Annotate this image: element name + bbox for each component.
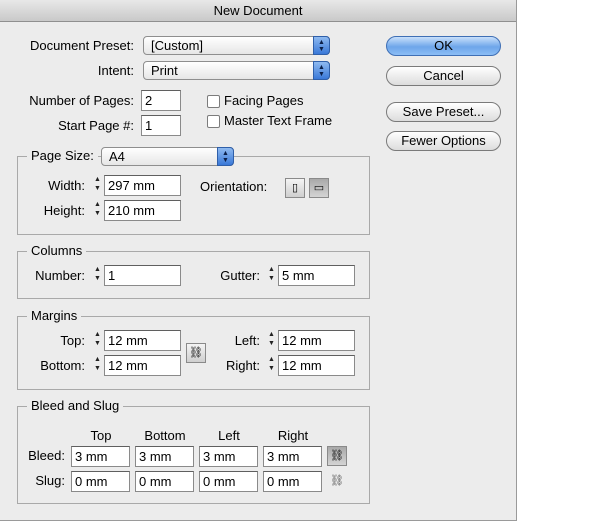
master-text-frame-label: Master Text Frame	[224, 113, 333, 128]
ok-button[interactable]: OK	[386, 36, 501, 56]
stepper-arrows-icon[interactable]: ▲ ▼	[92, 175, 103, 196]
width-label: Width:	[48, 178, 85, 193]
bleed-label: Bleed:	[28, 448, 65, 463]
gutter-label: Gutter:	[220, 268, 260, 283]
dropdown-arrows-icon: ▲ ▼	[217, 147, 234, 166]
stepper-arrows-icon[interactable]: ▲ ▼	[266, 330, 277, 351]
number-of-pages-field[interactable]: 2	[141, 90, 181, 111]
margins-legend: Margins	[27, 308, 82, 324]
margin-bottom-field[interactable]: 12 mm	[104, 355, 181, 376]
margin-left-field[interactable]: 12 mm	[278, 330, 355, 351]
document-preset-dropdown[interactable]: [Custom] ▲ ▼	[143, 36, 330, 55]
margin-top-value: 12 mm	[108, 333, 148, 348]
bleed-top-field[interactable]: 3 mm	[71, 446, 130, 467]
bleed-left-value: 3 mm	[203, 449, 236, 464]
start-page-field[interactable]: 1	[141, 115, 181, 136]
width-field[interactable]: 297 mm	[104, 175, 181, 196]
bleed-header-right: Right	[277, 428, 309, 443]
slug-label: Slug:	[35, 473, 65, 488]
bleed-left-field[interactable]: 3 mm	[199, 446, 258, 467]
bleed-bottom-field[interactable]: 3 mm	[135, 446, 194, 467]
slug-bottom-value: 0 mm	[139, 474, 172, 489]
new-document-dialog: New Document Document Preset: [Custom] ▲…	[0, 0, 517, 521]
facing-pages-label: Facing Pages	[224, 93, 304, 108]
stepper-arrows-icon[interactable]: ▲ ▼	[92, 200, 103, 221]
window-title: New Document	[0, 0, 516, 22]
page-size-label: Page Size:	[27, 148, 98, 164]
chain-link-icon[interactable]: ⛓	[329, 473, 345, 489]
intent-dropdown[interactable]: Print ▲ ▼	[143, 61, 330, 80]
facing-pages-checkbox[interactable]	[207, 95, 220, 108]
slug-right-field[interactable]: 0 mm	[263, 471, 322, 492]
document-preset-label: Document Preset:	[29, 38, 134, 53]
height-field[interactable]: 210 mm	[104, 200, 181, 221]
stepper-arrows-icon[interactable]: ▲ ▼	[266, 265, 277, 286]
width-value: 297 mm	[108, 178, 155, 193]
intent-label: Intent:	[97, 63, 134, 78]
margin-bottom-value: 12 mm	[108, 358, 148, 373]
bleed-right-field[interactable]: 3 mm	[263, 446, 322, 467]
bleed-header-bottom: Bottom	[144, 428, 186, 443]
bleed-right-value: 3 mm	[267, 449, 300, 464]
number-of-pages-label: Number of Pages:	[29, 93, 134, 108]
gutter-value: 5 mm	[282, 268, 315, 283]
margin-top-field[interactable]: 12 mm	[104, 330, 181, 351]
number-of-pages-value: 2	[145, 93, 153, 108]
margin-right-field[interactable]: 12 mm	[278, 355, 355, 376]
intent-value: Print	[151, 63, 178, 78]
slug-top-field[interactable]: 0 mm	[71, 471, 130, 492]
bleed-header-top: Top	[90, 428, 112, 443]
stepper-arrows-icon[interactable]: ▲ ▼	[266, 355, 277, 376]
bleed-bottom-value: 3 mm	[139, 449, 172, 464]
cancel-button[interactable]: Cancel	[386, 66, 501, 86]
page-size-dropdown[interactable]: A4 ▲ ▼	[101, 147, 234, 166]
start-page-value: 1	[145, 118, 153, 133]
margin-left-value: 12 mm	[282, 333, 322, 348]
columns-legend: Columns	[27, 243, 87, 259]
slug-top-value: 0 mm	[75, 474, 108, 489]
bleed-top-value: 3 mm	[75, 449, 108, 464]
fewer-options-button[interactable]: Fewer Options	[386, 131, 501, 151]
save-preset-button[interactable]: Save Preset...	[386, 102, 501, 122]
bleed-header-left: Left	[218, 428, 240, 443]
slug-left-field[interactable]: 0 mm	[199, 471, 258, 492]
page-size-value: A4	[109, 149, 125, 164]
gutter-field[interactable]: 5 mm	[278, 265, 355, 286]
landscape-page-icon[interactable]: ▭	[309, 178, 329, 198]
master-text-frame-checkbox[interactable]	[207, 115, 220, 128]
margin-right-label: Right:	[226, 358, 260, 373]
portrait-page-icon[interactable]: ▯	[285, 178, 305, 198]
columns-number-label: Number:	[35, 268, 85, 283]
start-page-label: Start Page #:	[58, 118, 134, 133]
stepper-arrows-icon[interactable]: ▲ ▼	[92, 330, 103, 351]
height-label: Height:	[43, 203, 85, 218]
columns-number-field[interactable]: 1	[104, 265, 181, 286]
slug-bottom-field[interactable]: 0 mm	[135, 471, 194, 492]
dropdown-arrows-icon: ▲ ▼	[313, 36, 330, 55]
slug-right-value: 0 mm	[267, 474, 300, 489]
stepper-arrows-icon[interactable]: ▲ ▼	[92, 355, 103, 376]
margin-top-label: Top:	[60, 333, 85, 348]
document-preset-value: [Custom]	[151, 38, 204, 53]
margin-bottom-label: Bottom:	[40, 358, 85, 373]
height-value: 210 mm	[108, 203, 155, 218]
columns-number-value: 1	[108, 268, 116, 283]
margin-left-label: Left:	[234, 333, 260, 348]
bleed-slug-legend: Bleed and Slug	[27, 398, 124, 414]
stepper-arrows-icon[interactable]: ▲ ▼	[92, 265, 103, 286]
dropdown-arrows-icon: ▲ ▼	[313, 61, 330, 80]
orientation-label: Orientation:	[200, 179, 268, 194]
slug-left-value: 0 mm	[203, 474, 236, 489]
margin-right-value: 12 mm	[282, 358, 322, 373]
chain-link-icon[interactable]: ⛓	[327, 446, 347, 466]
